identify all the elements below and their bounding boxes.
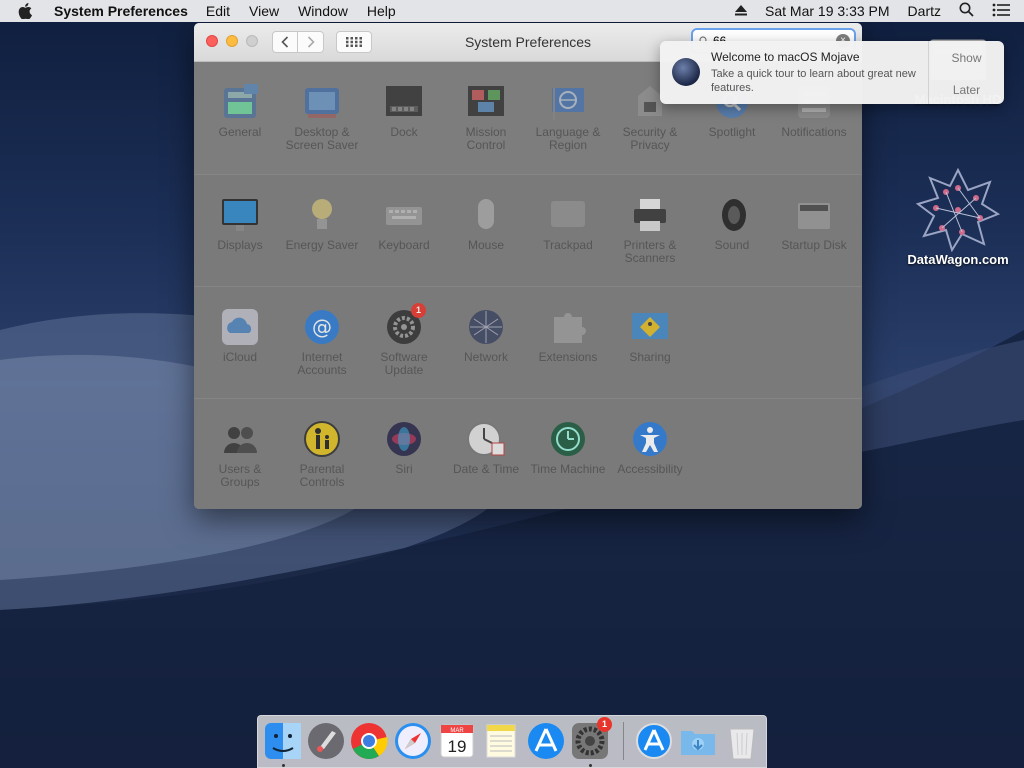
dock-icon [384, 82, 424, 122]
notes-icon[interactable] [481, 721, 521, 761]
pane-dock[interactable]: Dock [363, 82, 445, 139]
pane-sound[interactable]: Sound [691, 195, 773, 252]
pane-siri[interactable]: Siri [363, 419, 445, 476]
calendar-day: 19 [448, 737, 467, 756]
pane-date-time[interactable]: Date & Time [445, 419, 527, 476]
dock-badge: 1 [597, 717, 612, 732]
downloads-folder-icon[interactable] [678, 721, 718, 761]
desktop-icon-label: DataWagon.com [907, 252, 1009, 267]
system-preferences-icon[interactable]: 1 [570, 717, 612, 767]
pane-internet-accounts[interactable]: @ Internet Accounts [281, 307, 363, 377]
notification-body: Take a quick tour to learn about great n… [711, 68, 916, 94]
pane-row: Users & Groups Parental Controls Siri Da… [194, 398, 862, 509]
displays-icon [220, 195, 260, 235]
launchpad-icon[interactable] [306, 721, 346, 761]
mojave-icon [672, 58, 700, 86]
pane-time-machine[interactable]: Time Machine [527, 419, 609, 476]
notification-banner[interactable]: Welcome to macOS Mojave Take a quick tou… [660, 41, 1004, 104]
show-button[interactable]: Show [929, 51, 1004, 65]
preference-panes: General Desktop & Screen Saver Dock Miss… [194, 62, 862, 509]
pane-extensions[interactable]: Extensions [527, 307, 609, 364]
sharing-icon [630, 307, 670, 347]
pane-accessibility[interactable]: Accessibility [609, 419, 691, 476]
eject-icon[interactable] [735, 3, 748, 19]
pane-icloud[interactable]: iCloud [199, 307, 281, 364]
software-update-icon: 1 [384, 303, 426, 347]
pane-general[interactable]: General [199, 82, 281, 139]
pane-parental-controls[interactable]: Parental Controls [281, 419, 363, 489]
notification-title: Welcome to macOS Mojave [711, 50, 860, 64]
finder-icon[interactable] [263, 721, 303, 767]
pane-users-groups[interactable]: Users & Groups [199, 419, 281, 489]
pane-energy-saver[interactable]: Energy Saver [281, 195, 363, 252]
desktop-icon [302, 82, 342, 122]
app-store-downloads-icon[interactable] [634, 721, 674, 761]
extensions-icon [548, 307, 588, 347]
printer-icon [630, 195, 670, 235]
app-menu[interactable]: System Preferences [54, 3, 188, 19]
menu-edit[interactable]: Edit [206, 3, 230, 19]
pane-software-update[interactable]: 1 Software Update [363, 303, 445, 377]
pane-row: Displays Energy Saver Keyboard Mouse Tra… [194, 174, 862, 287]
time-machine-icon [548, 419, 588, 459]
pane-mouse[interactable]: Mouse [445, 195, 527, 252]
dock-separator [623, 722, 624, 760]
language-icon [548, 82, 588, 122]
mouse-icon [466, 195, 506, 235]
menu-bar: System Preferences Edit View Window Help… [0, 0, 1024, 22]
running-indicator [282, 764, 285, 767]
pane-mission-control[interactable]: Mission Control [445, 82, 527, 152]
dock: MAR 19 1 [257, 715, 767, 768]
clock[interactable]: Sat Mar 19 3:33 PM [765, 3, 890, 19]
later-button[interactable]: Later [929, 83, 1004, 97]
pane-language-region[interactable]: Language & Region [527, 82, 609, 152]
sound-icon [712, 195, 752, 235]
pane-trackpad[interactable]: Trackpad [527, 195, 609, 252]
user-menu[interactable]: Dartz [908, 3, 941, 19]
desktop-icon-datawagon[interactable]: DataWagon.com [898, 167, 1018, 267]
energy-saver-icon [302, 195, 342, 235]
apple-menu-icon[interactable] [18, 3, 36, 19]
app-store-icon[interactable] [526, 721, 566, 761]
date-time-icon [466, 419, 506, 459]
siri-icon [384, 419, 424, 459]
calendar-icon[interactable]: MAR 19 [437, 721, 477, 761]
keyboard-icon [384, 195, 424, 235]
network-icon [466, 307, 506, 347]
running-indicator [589, 764, 592, 767]
pane-network[interactable]: Network [445, 307, 527, 364]
notification-center-icon[interactable] [992, 3, 1010, 20]
datawagon-logo-icon [915, 167, 1001, 253]
pane-keyboard[interactable]: Keyboard [363, 195, 445, 252]
parental-controls-icon [302, 419, 342, 459]
pane-row: iCloud @ Internet Accounts 1 Software Up… [194, 286, 862, 399]
calendar-month: MAR [450, 728, 464, 734]
trash-icon[interactable] [722, 721, 762, 761]
pane-displays[interactable]: Displays [199, 195, 281, 252]
pane-startup-disk[interactable]: Startup Disk [773, 195, 855, 252]
menu-window[interactable]: Window [298, 3, 348, 19]
pane-sharing[interactable]: Sharing [609, 307, 691, 364]
svg-text:@: @ [312, 315, 332, 339]
pane-printers-scanners[interactable]: Printers & Scanners [609, 195, 691, 265]
trackpad-icon [548, 195, 588, 235]
startup-disk-icon [794, 195, 834, 235]
chrome-icon[interactable] [349, 721, 389, 761]
icloud-icon [220, 307, 260, 347]
general-icon [220, 82, 260, 122]
spotlight-search-icon[interactable] [959, 2, 974, 20]
menu-view[interactable]: View [249, 3, 279, 19]
pane-desktop-screen-saver[interactable]: Desktop & Screen Saver [281, 82, 363, 152]
internet-accounts-icon: @ [302, 307, 342, 347]
safari-icon[interactable] [393, 721, 433, 761]
update-badge: 1 [411, 303, 426, 318]
users-icon [220, 419, 260, 459]
mission-control-icon [466, 82, 506, 122]
accessibility-icon [630, 419, 670, 459]
menu-help[interactable]: Help [367, 3, 396, 19]
